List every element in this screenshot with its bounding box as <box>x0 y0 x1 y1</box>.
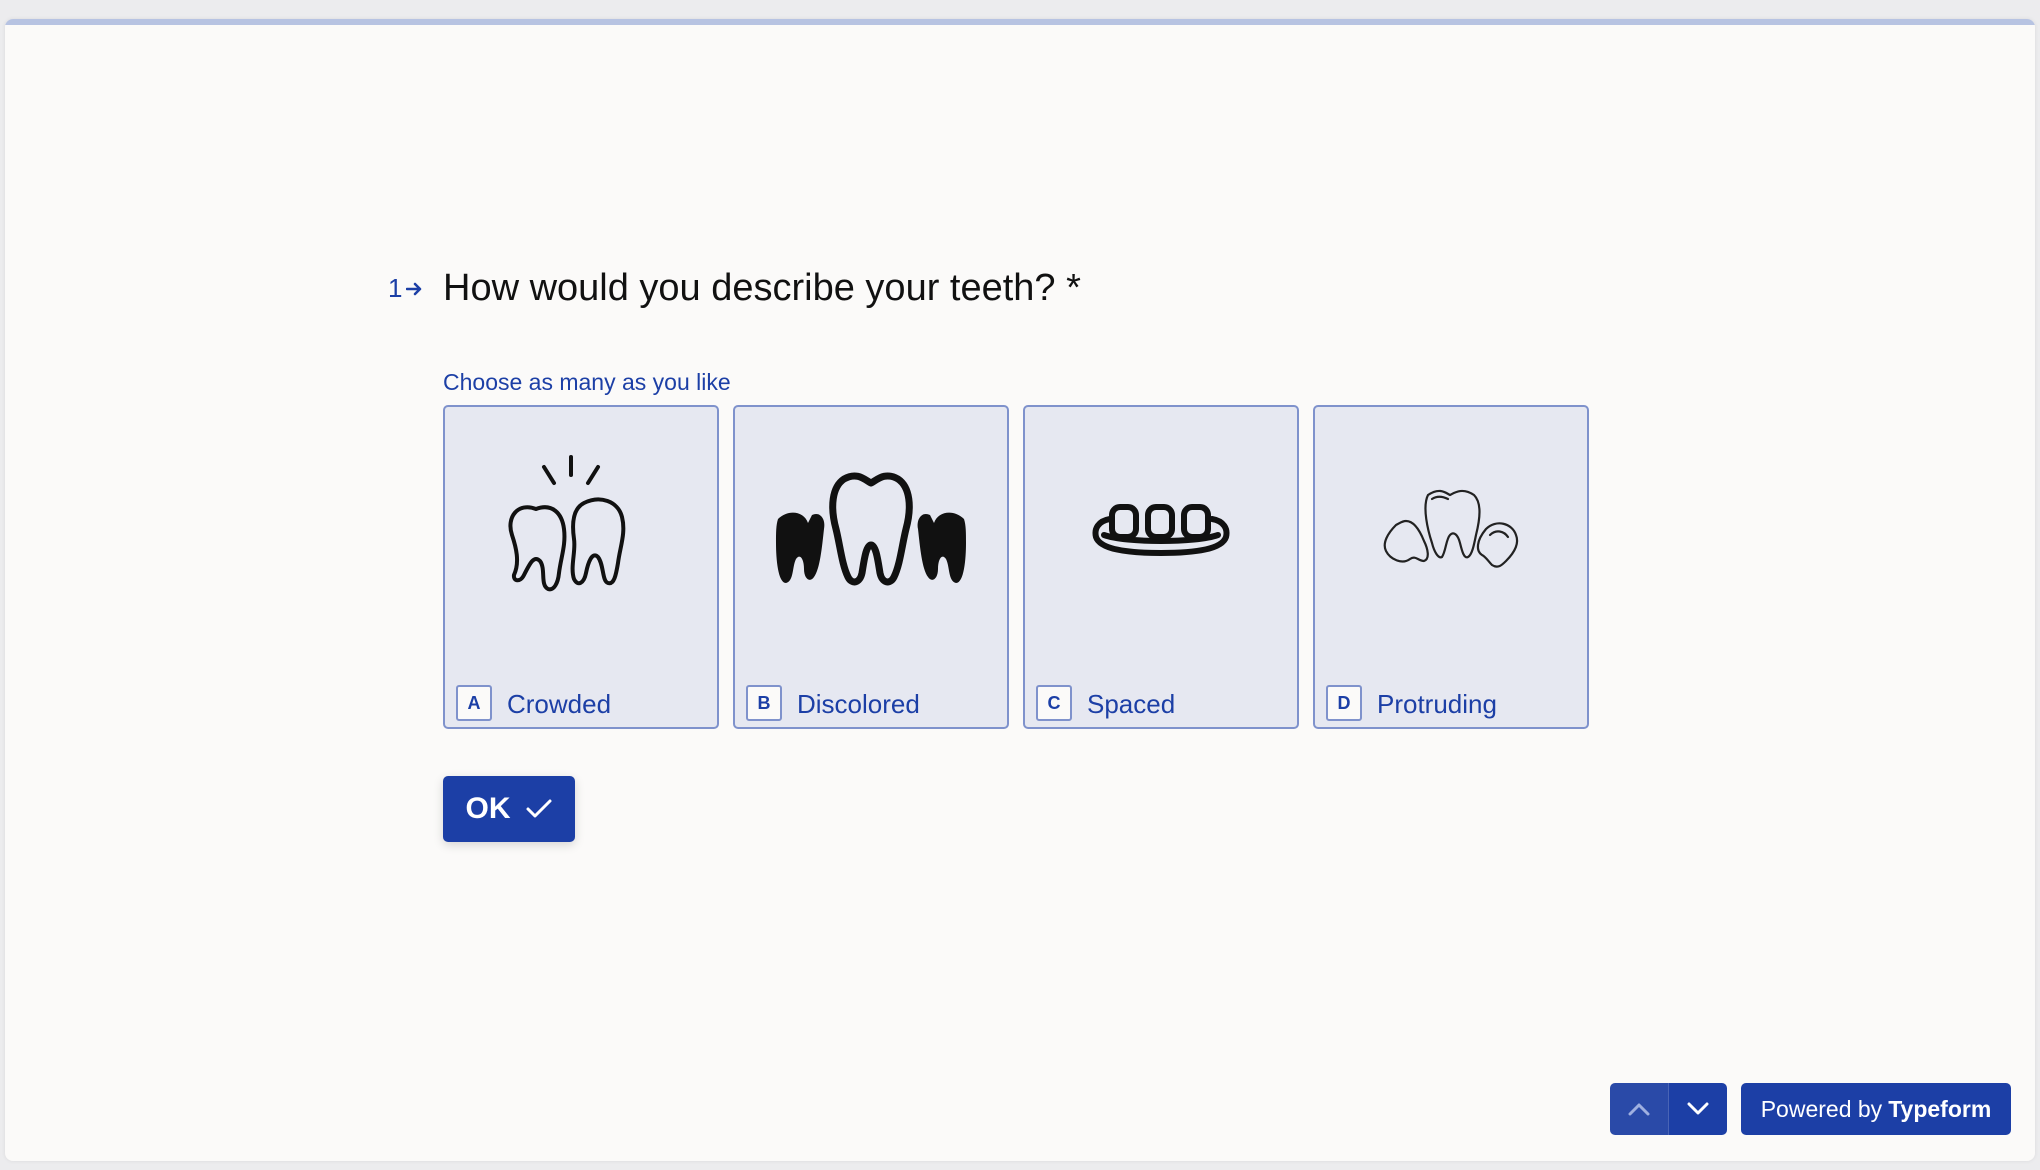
next-question-button[interactable] <box>1669 1083 1727 1135</box>
choice-key: C <box>1036 685 1072 721</box>
choice-protruding[interactable]: D Protruding <box>1313 405 1589 729</box>
chevron-up-icon <box>1628 1103 1650 1116</box>
choice-discolored[interactable]: B Discolored <box>733 405 1009 729</box>
choice-key: D <box>1326 685 1362 721</box>
chevron-down-icon <box>1687 1102 1709 1115</box>
protruding-teeth-icon <box>1315 447 1587 607</box>
question-title: How would you describe your teeth? * <box>443 267 1081 309</box>
powered-prefix: Powered by <box>1760 1095 1883 1122</box>
question-number: 1 <box>388 273 424 304</box>
choice-key: A <box>456 685 492 721</box>
typeform-page: 1 How would you describe your teeth? * C… <box>5 19 2035 1161</box>
crowded-teeth-icon <box>445 447 717 607</box>
question-number-text: 1 <box>388 273 403 303</box>
typeform-brand: Typeform <box>1888 1095 1992 1122</box>
choice-key: B <box>746 685 782 721</box>
previous-question-button[interactable] <box>1610 1083 1669 1135</box>
choice-label: Protruding <box>1377 689 1497 719</box>
checkmark-icon <box>526 799 551 818</box>
choice-label: Crowded <box>507 689 612 719</box>
choice-crowded[interactable]: A Crowded <box>443 405 719 729</box>
spaced-teeth-icon <box>1025 447 1297 607</box>
progress-bar <box>5 19 2035 25</box>
ok-button-label: OK <box>465 792 511 825</box>
choice-label: Discolored <box>797 689 920 719</box>
choice-list: A Crowded B Discolored C Spaced D Protru… <box>443 405 1589 729</box>
discolored-teeth-icon <box>735 447 1007 607</box>
choice-spaced[interactable]: C Spaced <box>1023 405 1299 729</box>
powered-by-typeform-link[interactable]: Powered by Typeform <box>1741 1083 2011 1135</box>
question-navigation <box>1610 1083 1727 1135</box>
choice-label: Spaced <box>1087 689 1176 719</box>
ok-button[interactable]: OK <box>443 776 575 842</box>
arrow-right-icon <box>406 282 422 295</box>
question-hint: Choose as many as you like <box>443 369 731 395</box>
